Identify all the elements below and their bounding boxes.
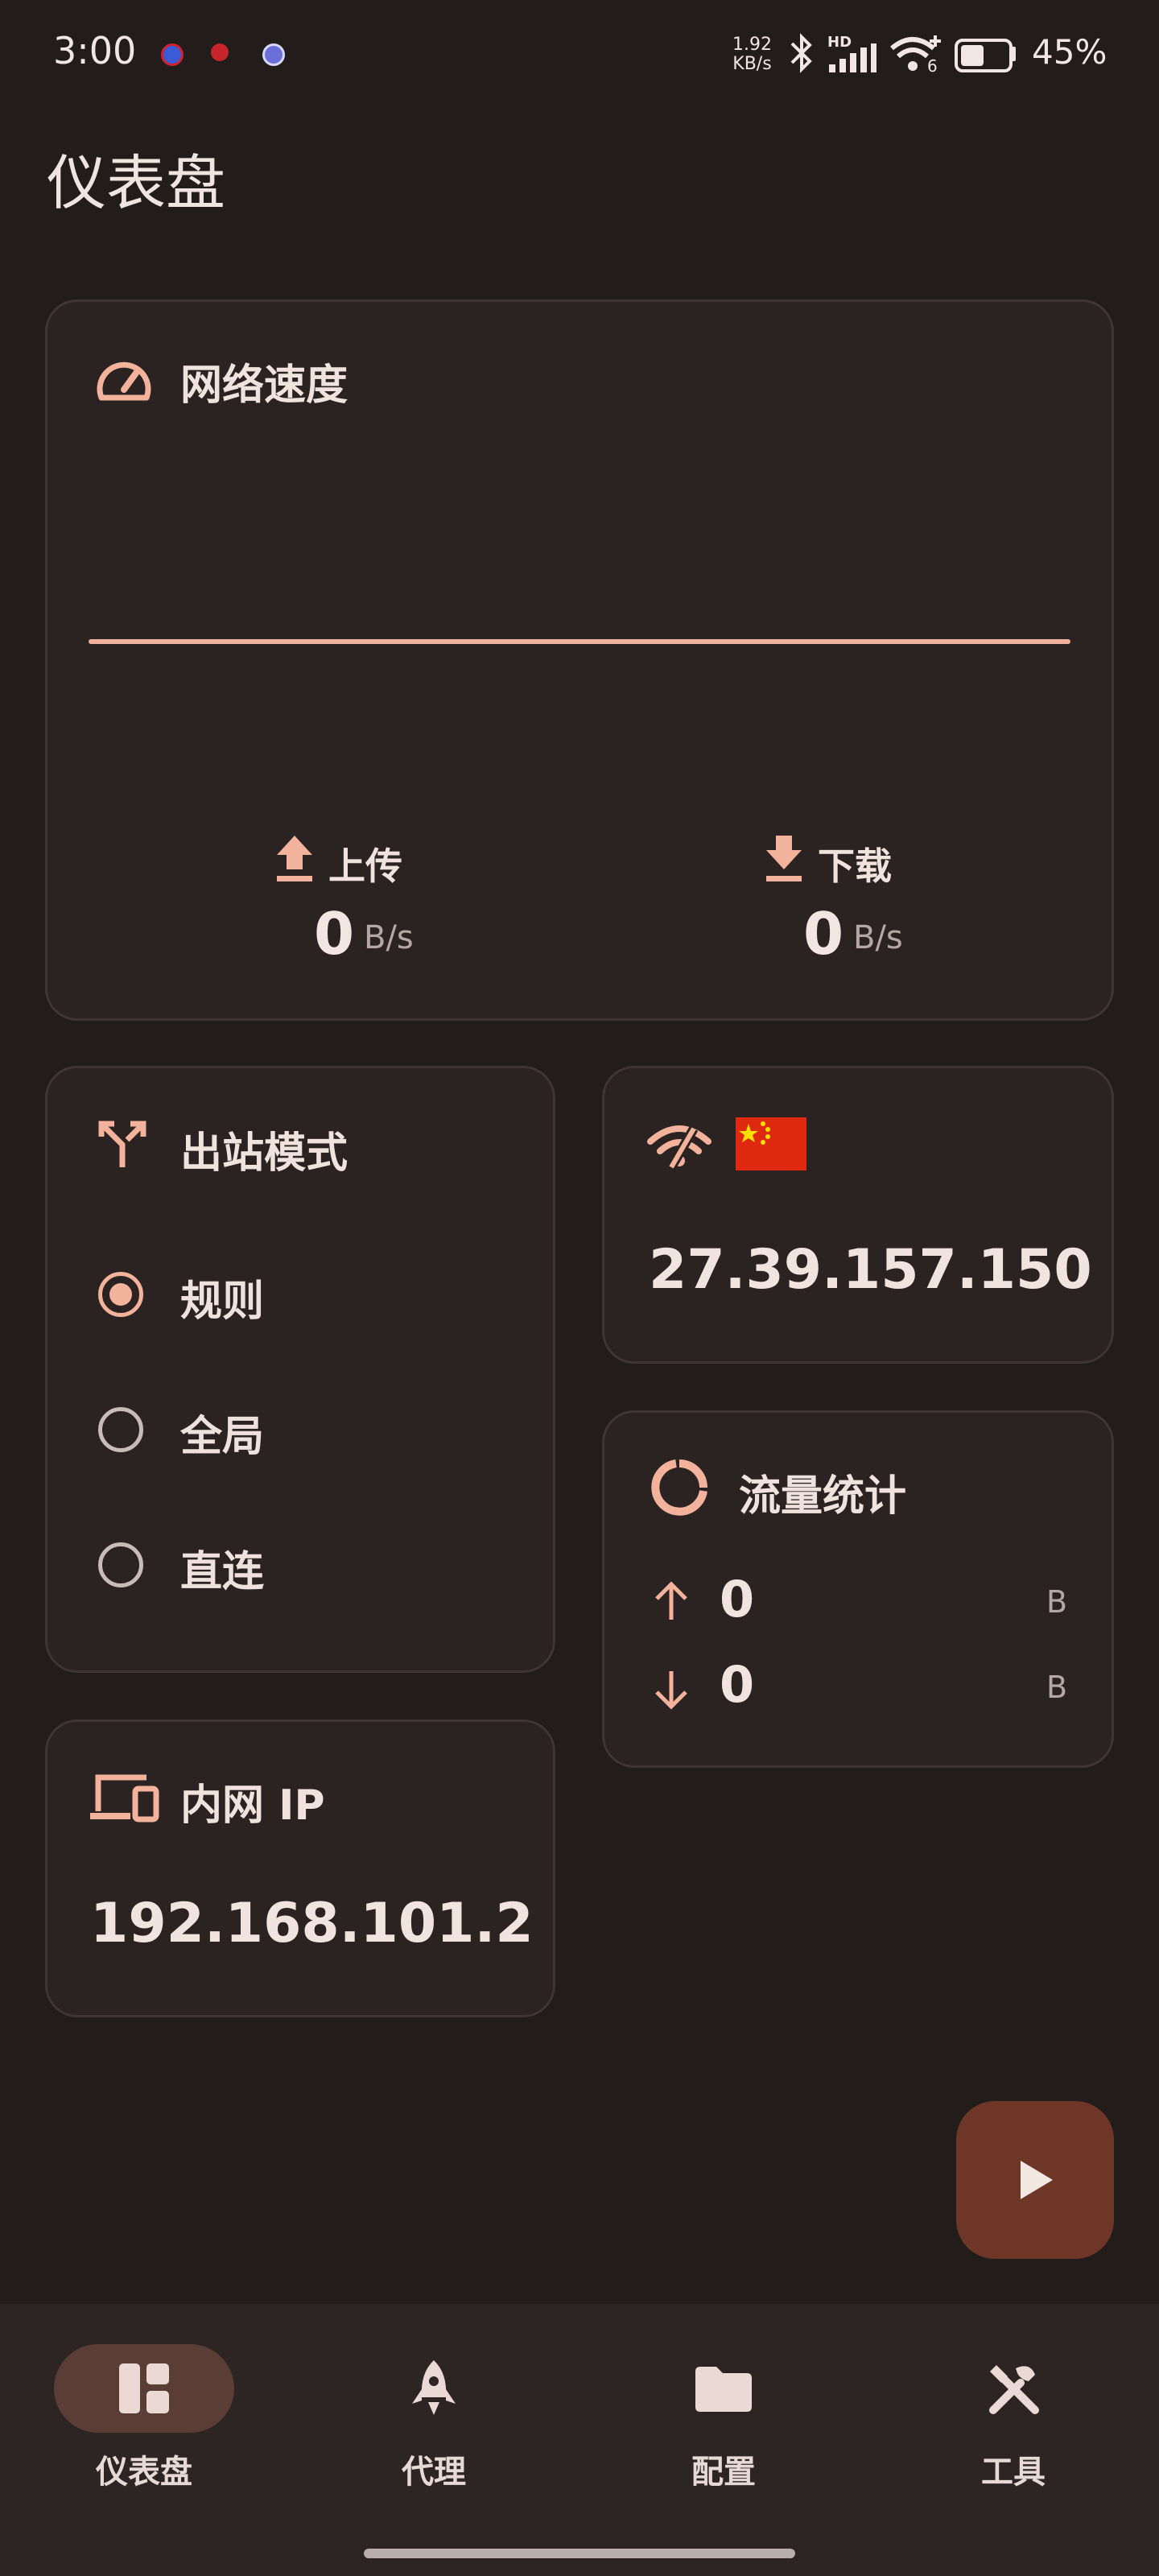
upload-unit: B/s <box>364 919 414 956</box>
bluetooth-icon <box>790 33 812 73</box>
wifi-off-icon <box>647 1125 711 1170</box>
traffic-down-unit: B <box>1046 1670 1068 1705</box>
nav-label-dashboard: 仪表盘 <box>96 2454 192 2491</box>
play-icon <box>1021 2161 1053 2199</box>
network-rate: 1.92 KB/s <box>732 35 772 74</box>
lan-ip-value: 192.168.101.2 <box>90 1892 534 1955</box>
radio-rule[interactable] <box>98 1272 143 1317</box>
status-bar: 3:00 1.92 KB/s HD 6 45% <box>0 0 1159 105</box>
network-speed-title: 网络速度 <box>180 361 349 410</box>
arrow-up-icon <box>655 1581 687 1620</box>
nav-label-proxy: 代理 <box>402 2454 466 2491</box>
lan-ip-card[interactable] <box>45 1719 555 2017</box>
nav-label-config: 配置 <box>691 2454 756 2491</box>
traffic-up-unit: B <box>1046 1584 1068 1620</box>
lan-ip-title: 内网 IP <box>180 1781 325 1830</box>
radio-global[interactable] <box>98 1407 143 1452</box>
notification-icon <box>211 43 229 61</box>
download-value: 0 <box>803 900 844 968</box>
nav-label-tools: 工具 <box>981 2454 1046 2491</box>
page-title: 仪表盘 <box>47 149 225 218</box>
outbound-mode-title: 出站模式 <box>180 1129 349 1178</box>
mode-label-global: 全局 <box>180 1413 265 1461</box>
devices-icon <box>90 1774 159 1823</box>
route-split-icon <box>98 1121 146 1167</box>
speedometer-icon <box>97 361 151 401</box>
status-time: 3:00 <box>53 29 137 72</box>
donut-chart-icon <box>651 1459 707 1516</box>
battery-percent: 45% <box>1032 32 1107 72</box>
arrow-down-icon <box>655 1671 687 1710</box>
rocket-icon <box>412 2360 456 2415</box>
notification-icon <box>161 43 184 66</box>
traffic-down-value: 0 <box>720 1655 755 1714</box>
download-label: 下载 <box>818 844 892 888</box>
tools-icon <box>989 2365 1039 2414</box>
upload-label: 上传 <box>328 844 402 888</box>
traffic-stats-title: 流量统计 <box>739 1472 907 1521</box>
upload-value: 0 <box>314 900 355 968</box>
mode-option-rule[interactable]: 规则 <box>80 1262 531 1327</box>
download-unit: B/s <box>853 919 903 956</box>
notification-icon <box>262 43 285 66</box>
radio-direct[interactable] <box>98 1542 143 1587</box>
public-ip-card[interactable] <box>602 1066 1114 1364</box>
traffic-up-value: 0 <box>720 1570 755 1629</box>
folder-icon <box>695 2367 752 2412</box>
speed-graph-line <box>89 639 1070 644</box>
mode-option-global[interactable]: 全局 <box>80 1397 531 1462</box>
public-ip-value: 27.39.157.150 <box>649 1238 1092 1302</box>
mode-option-direct[interactable]: 直连 <box>80 1533 531 1597</box>
download-icon <box>766 836 802 881</box>
wifi-badge: 6 <box>927 56 938 76</box>
start-button[interactable] <box>956 2101 1114 2259</box>
mode-label-rule: 规则 <box>180 1278 265 1326</box>
cellular-signal-icon <box>829 43 876 72</box>
upload-icon <box>277 836 312 881</box>
mode-label-direct: 直连 <box>180 1548 265 1596</box>
dashboard-icon <box>119 2363 169 2413</box>
china-flag-icon <box>736 1117 806 1170</box>
home-indicator[interactable] <box>364 2549 795 2558</box>
